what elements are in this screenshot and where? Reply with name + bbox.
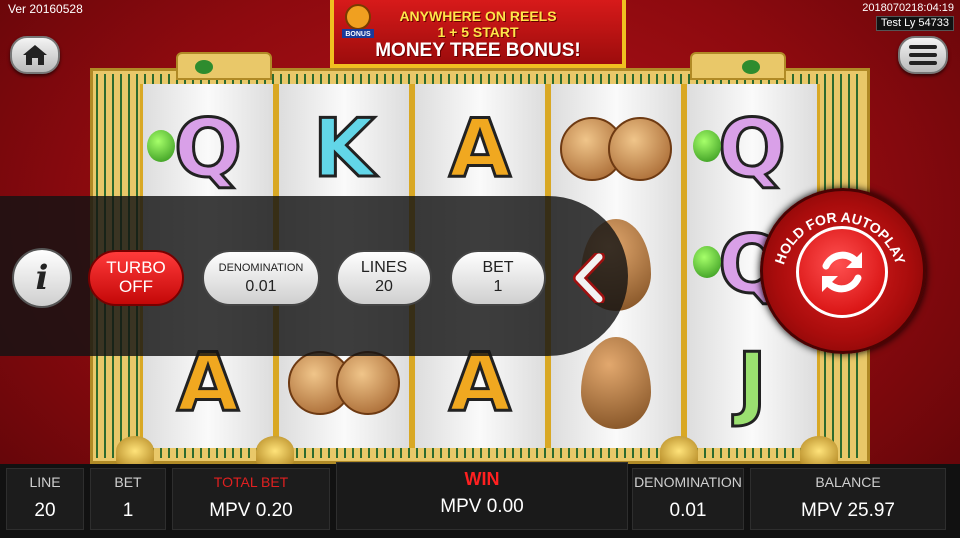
balance-header: BALANCE — [815, 474, 881, 490]
banner-line-3: MONEY TREE BONUS! — [375, 40, 581, 61]
bet-display: BET 1 — [90, 468, 166, 530]
total-bet-header: TOTAL BET — [213, 474, 289, 490]
refresh-icon — [822, 251, 862, 293]
jade-gem-icon — [693, 130, 721, 162]
win-header: WIN — [464, 469, 500, 489]
test-user: Test Ly 54733 — [875, 16, 954, 31]
gold-ingot-icon — [800, 436, 838, 466]
info-button[interactable]: i — [12, 248, 72, 308]
symbol-coins — [551, 94, 681, 204]
lines-button[interactable]: LINES 20 — [336, 250, 432, 306]
reel-top-ornament-left — [176, 52, 272, 80]
reel-top-ornament-right — [690, 52, 786, 80]
home-icon — [23, 45, 47, 65]
line-value: 20 — [34, 500, 56, 521]
reel-symbol: Q — [716, 102, 787, 195]
symbol-a: A — [415, 94, 545, 204]
jade-gem-icon — [147, 130, 175, 162]
hamburger-menu-icon — [909, 45, 937, 65]
line-display: LINE 20 — [6, 468, 84, 530]
lines-value: 20 — [375, 278, 393, 295]
gold-ingot-icon — [256, 436, 294, 466]
reel-symbol: Q — [172, 102, 243, 195]
denomination-display-value: 0.01 — [669, 500, 707, 521]
denomination-button[interactable]: DENOMINATION 0.01 — [202, 250, 320, 306]
spin-button[interactable] — [796, 226, 888, 318]
session-info: 2018070218:04:19 Test Ly 54733 — [862, 2, 954, 31]
bet-display-value: 1 — [122, 500, 134, 521]
denomination-label: DENOMINATION — [218, 262, 304, 274]
symbol-k: K — [279, 94, 409, 204]
win-value: MPV 0.00 — [440, 496, 524, 517]
version-label: Ver 20160528 — [8, 2, 83, 16]
gold-ingot-icon — [116, 436, 154, 466]
bet-button[interactable]: BET 1 — [450, 250, 546, 306]
banner-line-2: 1 + 5 START — [437, 24, 519, 40]
bonus-icon: BONUS — [342, 4, 374, 38]
coin-icon — [608, 117, 672, 181]
balance-display: BALANCE MPV 25.97 — [750, 468, 946, 530]
coin-icon — [336, 351, 400, 415]
reel-symbol: K — [312, 102, 377, 195]
bonus-icon-label: BONUS — [345, 31, 371, 38]
line-header: LINE — [29, 474, 61, 490]
total-bet-display: TOTAL BET MPV 0.20 — [172, 468, 330, 530]
bet-label: BET — [482, 259, 514, 276]
chevron-left-icon — [573, 253, 605, 303]
bet-header: BET — [114, 474, 142, 490]
jade-gem-icon — [693, 246, 721, 278]
win-display: WIN MPV 0.00 — [336, 462, 628, 530]
denomination-value: 0.01 — [245, 278, 277, 295]
jade-ornament-icon — [195, 60, 213, 74]
total-bet-value: MPV 0.20 — [209, 500, 293, 521]
collapse-panel-button[interactable] — [568, 250, 610, 306]
turbo-label: TURBO — [106, 258, 166, 277]
turbo-value: OFF — [119, 277, 153, 296]
gold-ingot-icon — [660, 436, 698, 466]
info-icon: i — [35, 258, 49, 298]
bet-value: 1 — [493, 278, 503, 295]
home-button[interactable] — [10, 36, 60, 74]
banner-line-1: ANYWHERE ON REELS — [399, 8, 557, 24]
egg-icon — [581, 337, 651, 429]
balance-value: MPV 25.97 — [801, 500, 895, 521]
symbol-q: Q — [143, 94, 273, 204]
lines-label: LINES — [360, 259, 408, 276]
denomination-header: DENOMINATION — [634, 474, 742, 490]
turbo-toggle[interactable]: TURBO OFF — [88, 250, 184, 306]
denomination-display: DENOMINATION 0.01 — [632, 468, 744, 530]
timestamp: 2018070218:04:19 — [862, 2, 954, 14]
jade-ornament-icon — [742, 60, 760, 74]
reel-symbol: A — [448, 102, 513, 195]
reel-symbol: J — [736, 336, 769, 429]
menu-button[interactable] — [898, 36, 948, 74]
